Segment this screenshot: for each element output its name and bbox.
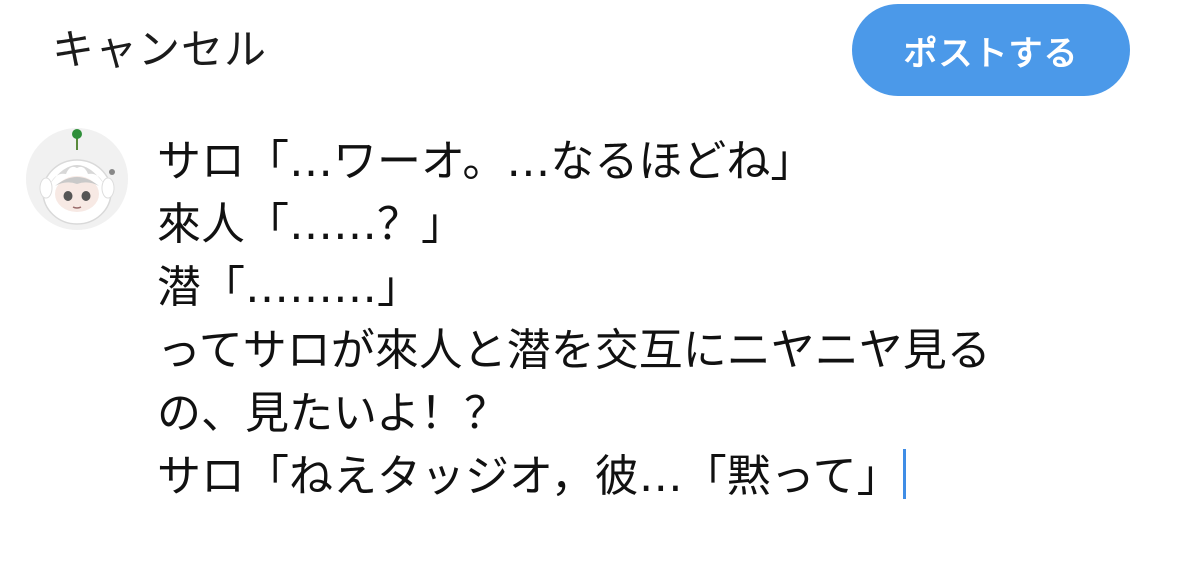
text-line-last: サロ「ねえタッジオ，彼…「黙って」 (157, 445, 1157, 508)
post-text-area[interactable]: サロ「…ワーオ。…なるほどね」 來人「……？」 潜「………」 ってサロが來人と潜… (157, 130, 1157, 508)
text-line: 潜「………」 (157, 262, 421, 313)
text-line: 來人「……？」 (157, 199, 465, 250)
avatar[interactable] (26, 128, 128, 230)
text-line: サロ「…ワーオ。…なるほどね」 (157, 136, 815, 187)
text-line-last-content: サロ「ねえタッジオ，彼…「黙って」 (157, 451, 901, 502)
post-button[interactable]: ポストする (852, 4, 1130, 96)
text-line: ってサロが來人と潜を交互にニヤニヤ見る (157, 325, 991, 376)
text-line: の、見たいよ！？ (157, 388, 509, 439)
avatar-image (26, 128, 128, 230)
text-cursor (902, 449, 906, 499)
cancel-button[interactable]: キャンセル (52, 22, 267, 78)
compose-header: キャンセル ポストする (0, 0, 1179, 110)
